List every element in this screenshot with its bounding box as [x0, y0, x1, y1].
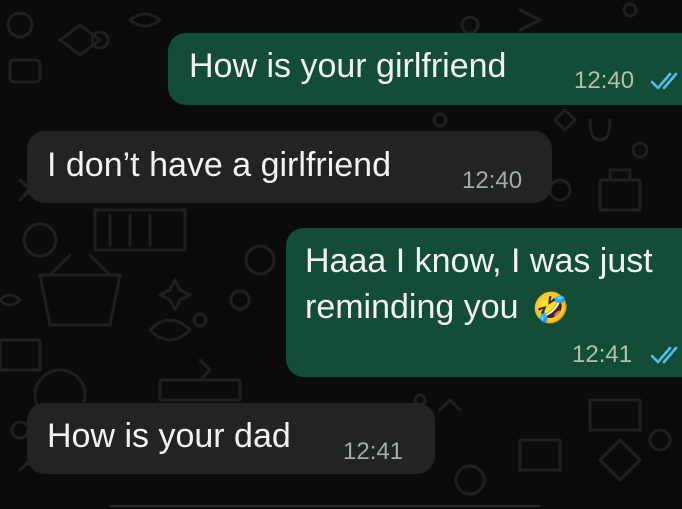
incoming-message[interactable]: How is your dad 12:41 [27, 403, 435, 474]
rofl-emoji-icon: 🤣 [532, 292, 570, 325]
incoming-message[interactable]: I don’t have a girlfriend 12:40 [27, 131, 552, 203]
message-text: I don’t have a girlfriend [47, 146, 391, 184]
message-time: 12:41 [343, 438, 404, 465]
message-text: reminding you [305, 288, 519, 326]
message-text: How is your dad [47, 417, 291, 455]
message-text-line2: reminding you 🤣 [305, 284, 569, 332]
outgoing-message[interactable]: How is your girlfriend 12:40 [168, 33, 682, 105]
divider [110, 505, 540, 507]
read-double-check-icon [650, 346, 678, 364]
message-time: 12:40 [462, 167, 523, 194]
read-double-check-icon [650, 72, 678, 90]
message-text-line1: Haaa I know, I was just [305, 242, 653, 280]
message-time: 12:41 [572, 341, 633, 368]
outgoing-message[interactable]: Haaa I know, I was just reminding you 🤣 … [286, 228, 682, 377]
message-time: 12:40 [574, 67, 635, 94]
message-text: How is your girlfriend [189, 47, 507, 85]
